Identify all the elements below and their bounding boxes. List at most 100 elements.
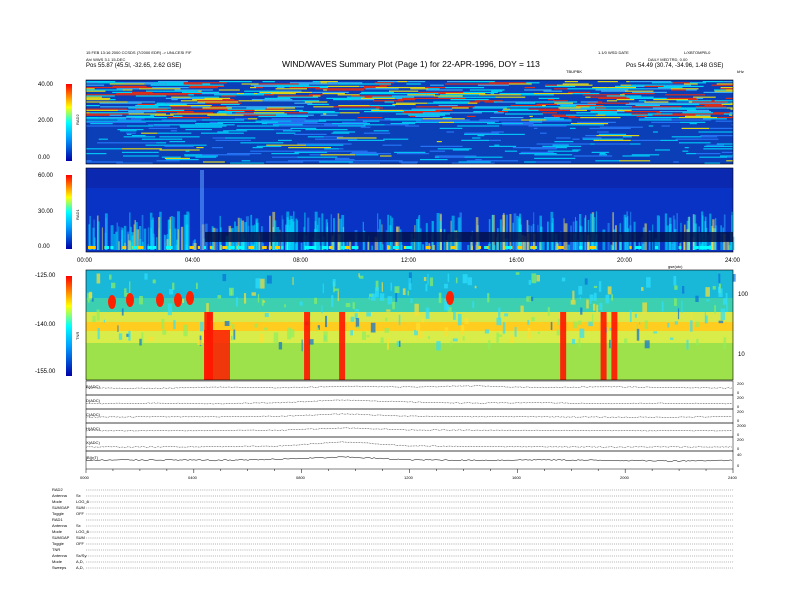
- rad2-cell: [338, 148, 344, 150]
- rad2-cell: [686, 109, 698, 111]
- tnr-texture: [224, 321, 230, 326]
- rad2-cell: [394, 97, 403, 99]
- tnr-texture: [457, 313, 462, 326]
- rad2-cell: [86, 109, 118, 111]
- tnr-texture: [592, 303, 596, 311]
- tnr-texture: [387, 296, 393, 305]
- tnr-burst: [600, 312, 607, 380]
- rad2-cell: [479, 119, 522, 121]
- tnr-texture: [197, 339, 203, 346]
- rad2-cell: [190, 106, 199, 108]
- rad2-cell: [264, 94, 274, 96]
- tnr-texture: [416, 322, 421, 331]
- tnr-texture: [455, 277, 458, 284]
- rad2-cell: [422, 112, 440, 114]
- rad2-cell: [97, 82, 125, 84]
- rad2-cell: [729, 112, 733, 114]
- rad1-burst: [118, 226, 120, 250]
- rad2-cell: [86, 148, 123, 150]
- rad2-cell: [658, 102, 676, 104]
- rad2-cell: [493, 112, 504, 114]
- tnr-texture: [266, 275, 272, 284]
- footer-param-key: RAD1: [52, 517, 63, 522]
- rad2-cell: [594, 143, 630, 145]
- rad2-cell: [369, 105, 396, 107]
- rad2-cell: [438, 121, 455, 123]
- rad2-cell: [688, 99, 699, 101]
- rad2-cell: [497, 145, 517, 147]
- tnr-texture: [718, 320, 724, 324]
- rad2-cell: [279, 90, 302, 92]
- rad2-cell: [276, 114, 314, 116]
- time-label-4: 16:00: [509, 258, 525, 264]
- rad2-cell: [364, 111, 379, 113]
- rad2-cell: [184, 155, 218, 157]
- tnr-texture: [390, 282, 393, 291]
- rad2-cell: [384, 101, 394, 103]
- rad2-cell: [251, 121, 279, 123]
- footer-param-value: LOG_6: [76, 499, 89, 504]
- rad2-cell: [226, 113, 256, 115]
- rad2-cell: [171, 96, 191, 98]
- tnr-texture: [316, 327, 319, 330]
- rad2-cell: [227, 108, 266, 110]
- rad2-cell: [519, 106, 538, 108]
- rad1-burst: [152, 217, 154, 250]
- rad2-cell: [195, 125, 227, 127]
- tnr-texture: [386, 309, 391, 312]
- footer-param-key: SUMGAP: [52, 535, 70, 540]
- rad2-cell: [528, 125, 567, 127]
- rad1-base-mark: [304, 246, 312, 249]
- rad2-cell: [721, 103, 733, 105]
- rad2-cell: [204, 97, 231, 99]
- tnr-texture: [350, 316, 355, 322]
- rad2-cell: [451, 162, 495, 164]
- rad2-cell: [582, 137, 602, 139]
- rad2-cell: [534, 157, 576, 159]
- rad2-cell: [303, 123, 333, 125]
- tnr-texture: [323, 331, 328, 343]
- tnr-texture: [345, 303, 351, 308]
- rad2-cell: [452, 149, 469, 151]
- rad2-cell: [410, 88, 429, 90]
- rad2-cell: [590, 96, 627, 98]
- footer-param-value: SUM: [76, 535, 85, 540]
- tnr-texture: [255, 278, 261, 289]
- rad2-cell: [276, 132, 296, 134]
- rad2-cell: [569, 84, 593, 86]
- tnr-texture: [251, 292, 256, 296]
- rad2-cell: [626, 81, 630, 83]
- tnr-texture: [379, 293, 385, 301]
- rad2-cell: [397, 100, 404, 102]
- tnr-texture: [609, 327, 612, 331]
- rad2-cell: [359, 93, 399, 95]
- tnr-texture: [292, 277, 294, 285]
- rad2-cell: [236, 125, 241, 127]
- rad2-cell: [510, 108, 529, 110]
- tnr-texture: [629, 310, 632, 323]
- footer-param-value: LOG_6: [76, 529, 89, 534]
- rad2-cell: [465, 96, 496, 98]
- bottom-axis-label-4: 1600: [512, 475, 521, 480]
- rad2-cell: [217, 131, 229, 133]
- rad2-cell: [90, 123, 113, 125]
- line-rtick-h-top: 2000: [737, 423, 746, 428]
- rad2-cell: [170, 159, 199, 161]
- rad1-burst: [642, 243, 645, 250]
- rad2-cell: [327, 85, 360, 87]
- rad2-cell: [472, 107, 507, 109]
- rad2-cell: [526, 82, 540, 84]
- tnr-texture: [438, 292, 442, 303]
- rad2-cell: [243, 114, 277, 116]
- rad2-cell: [154, 114, 174, 116]
- rad2-cell: [699, 156, 728, 158]
- tnr-texture: [200, 321, 204, 332]
- rad2-cell: [726, 89, 733, 91]
- rad2-cell: [371, 109, 404, 111]
- rad2-cell: [665, 84, 692, 86]
- rad2-cell: [727, 156, 733, 158]
- rad2-cell: [591, 151, 609, 153]
- rad2-cell: [307, 103, 326, 105]
- rad2-cell: [192, 99, 223, 101]
- rad2-cell: [644, 117, 679, 119]
